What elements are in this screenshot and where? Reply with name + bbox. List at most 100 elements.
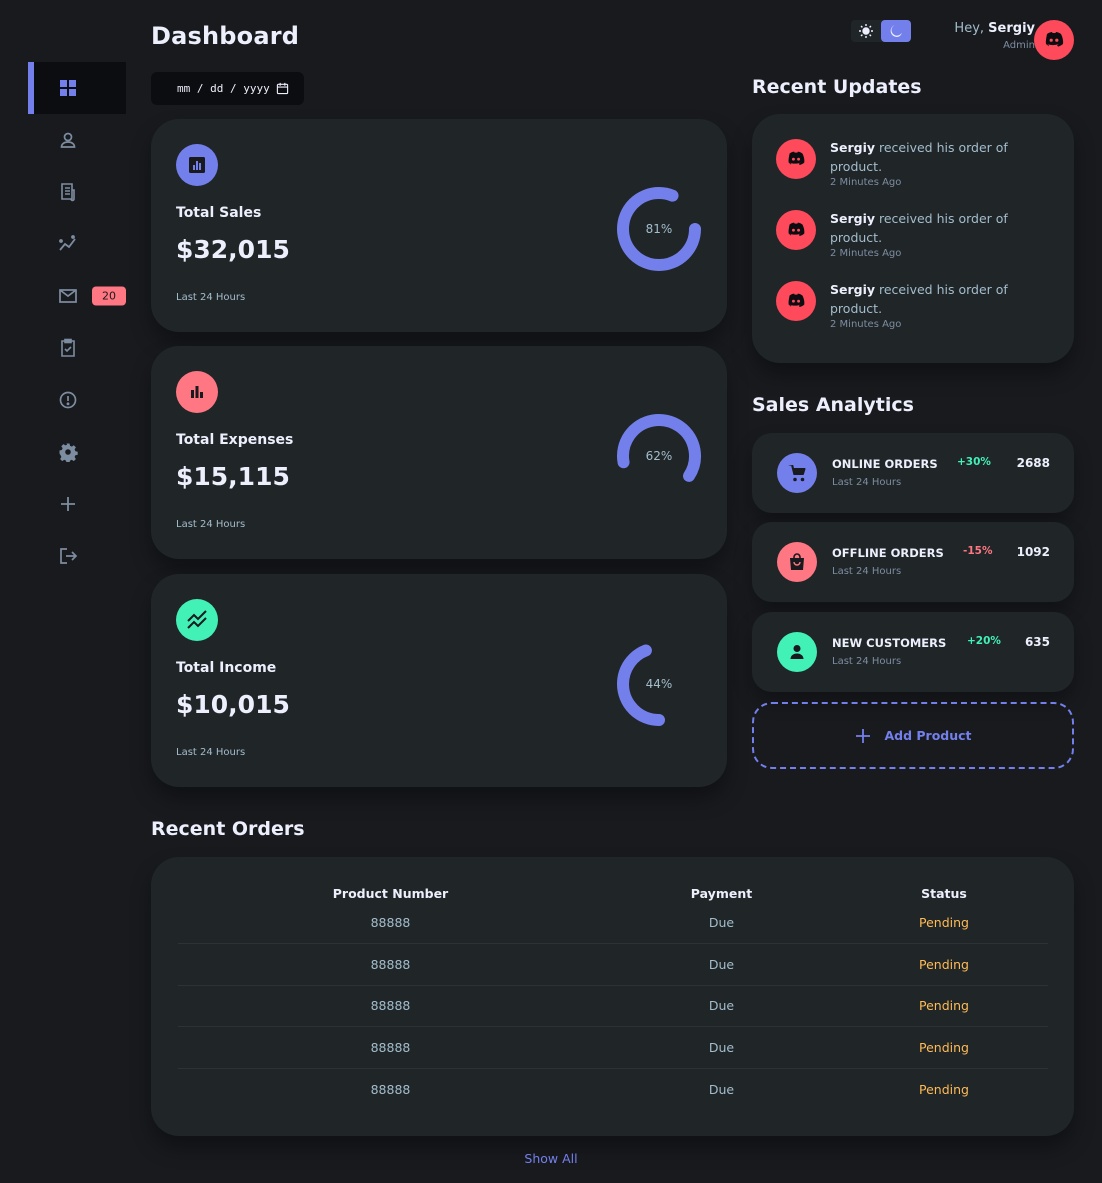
card-label: Total Income (176, 660, 277, 676)
status-cell: Pending (919, 1081, 969, 1097)
recent-updates-title: Recent Updates (752, 76, 922, 98)
sidebar-item-customers[interactable] (28, 114, 126, 166)
status-cell: Pending (840, 1026, 1048, 1069)
analytic-count: 635 (1024, 635, 1050, 649)
analytic-change: +20% (967, 635, 1001, 647)
total-expenses-card[interactable]: Total Expenses $15,115 Last 24 Hours 62% (151, 346, 727, 559)
analytic-subtitle: Last 24 Hours (832, 566, 902, 577)
sidebar-item-dashboard[interactable] (28, 62, 126, 114)
update-avatar (776, 139, 816, 179)
discord-icon (788, 151, 805, 166)
analytic-change: -15% (963, 545, 993, 557)
update-avatar (776, 210, 816, 250)
product-number-cell: 88888 (178, 985, 603, 1027)
total-sales-card[interactable]: Total Sales $32,015 Last 24 Hours 81% (151, 119, 727, 332)
status-cell: Pending (840, 943, 1048, 986)
analytics-icon (189, 157, 205, 173)
discord-icon (788, 293, 805, 308)
add-icon (856, 728, 871, 743)
new-customers-icon-circle (777, 632, 817, 672)
payment-cell: Due (708, 1081, 735, 1097)
progress-percent: 44% (645, 677, 673, 691)
stacked-line-chart-icon (187, 610, 207, 629)
expenses-icon-circle (176, 371, 218, 413)
sidebar-item-settings[interactable] (28, 426, 126, 478)
profile-greeting: Hey, (954, 21, 985, 36)
recent-updates-panel: Sergiy received his order of product. 2 … (752, 114, 1074, 363)
update-time: 2 Minutes Ago (830, 319, 902, 330)
table-row[interactable]: 88888 Due Pending (178, 943, 1048, 986)
update-item: Sergiy received his order of product. 2 … (776, 280, 1056, 330)
card-value: $15,115 (176, 462, 290, 491)
date-placeholder: mm / dd / yyyy (177, 82, 270, 95)
analytic-title: ONLINE ORDERS (832, 457, 938, 471)
orders-table: Product Number Payment Status 88888 Due … (178, 885, 1048, 1110)
card-value: $32,015 (176, 235, 290, 264)
total-income-card[interactable]: Total Income $10,015 Last 24 Hours 44% (151, 574, 727, 787)
sidebar-item-reports[interactable] (28, 374, 126, 426)
update-user: Sergiy (830, 140, 876, 155)
update-time: 2 Minutes Ago (830, 248, 902, 259)
date-input[interactable]: mm / dd / yyyy (151, 72, 304, 105)
table-row[interactable]: 88888 Due Pending (178, 1068, 1048, 1110)
sidebar-item-logout[interactable] (28, 530, 126, 582)
online-orders-item[interactable]: ONLINE ORDERS Last 24 Hours +30% 2688 (752, 433, 1074, 513)
payment-cell: Due (603, 1026, 840, 1069)
sun-icon (859, 24, 873, 38)
add-product-button[interactable]: Add Product (752, 702, 1074, 769)
update-time: 2 Minutes Ago (830, 177, 902, 188)
table-row[interactable]: 88888 Due Pending (178, 985, 1048, 1027)
progress-percent: 81% (645, 222, 673, 236)
offline-orders-item[interactable]: OFFLINE ORDERS Last 24 Hours -15% 1092 (752, 522, 1074, 602)
sidebar-item-products[interactable] (28, 322, 126, 374)
logout-icon (60, 548, 78, 564)
profile-info: Hey, Sergiy Admin (954, 21, 1035, 51)
update-avatar (776, 281, 816, 321)
dark-mode-toggle[interactable] (881, 20, 911, 42)
analytic-title: NEW CUSTOMERS (832, 636, 947, 650)
update-user: Sergiy (830, 282, 876, 297)
table-row[interactable]: 88888 Due Pending (178, 1026, 1048, 1069)
card-label: Total Expenses (176, 432, 294, 448)
sidebar-item-orders[interactable] (28, 166, 126, 218)
product-number-cell: 88888 (178, 1026, 603, 1069)
light-mode-toggle[interactable] (851, 20, 881, 42)
calendar-icon[interactable] (276, 82, 289, 95)
report-icon (59, 391, 77, 409)
offline-orders-icon-circle (777, 542, 817, 582)
status-cell: Pending (840, 902, 1048, 944)
status-cell: Pending (840, 985, 1048, 1027)
progress-percent: 62% (645, 449, 673, 463)
sidebar-item-add[interactable] (28, 478, 126, 530)
card-label: Total Sales (176, 205, 262, 221)
mail-icon (59, 289, 77, 303)
show-all-link[interactable]: Show All (0, 1151, 1102, 1166)
update-item: Sergiy received his order of product. 2 … (776, 209, 1056, 259)
insights-icon (59, 235, 76, 251)
column-header: Status (921, 886, 967, 901)
analytic-change: +30% (957, 456, 991, 468)
sales-icon-circle (176, 144, 218, 186)
theme-toggle[interactable] (851, 20, 911, 42)
sidebar-item-messages[interactable]: 20 (28, 270, 126, 322)
profile-name: Sergiy (988, 21, 1035, 36)
profile-avatar[interactable] (1034, 20, 1074, 60)
column-header: Payment (690, 886, 753, 901)
update-user: Sergiy (830, 211, 876, 226)
dashboard-icon (60, 80, 76, 96)
product-number-cell: 88888 (178, 943, 603, 986)
table-row[interactable]: 88888 Due Pending (178, 902, 1048, 944)
income-icon-circle (176, 599, 218, 641)
new-customers-item[interactable]: NEW CUSTOMERS Last 24 Hours +20% 635 (752, 612, 1074, 692)
shopping-bag-icon (790, 553, 804, 570)
update-item: Sergiy received his order of product. 2 … (776, 138, 1056, 188)
card-subtitle: Last 24 Hours (176, 747, 246, 758)
sidebar-item-analytics[interactable] (28, 218, 126, 270)
sidebar: 20 (28, 62, 126, 582)
analytic-title: OFFLINE ORDERS (832, 546, 944, 560)
payment-cell: Due (603, 902, 840, 944)
payment-cell: Due (603, 943, 840, 986)
person-icon (60, 132, 76, 148)
recent-orders-title: Recent Orders (151, 818, 305, 840)
card-value: $10,015 (176, 690, 290, 719)
